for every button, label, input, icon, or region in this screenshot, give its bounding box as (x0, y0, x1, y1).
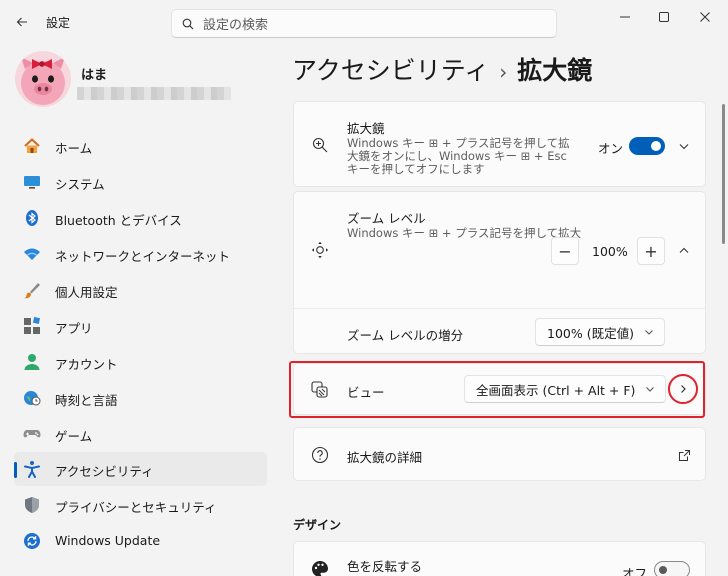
zoom-level-card: ズーム レベル Windows キー ⊞ + プラス記号を押して拡大 − 100… (293, 191, 706, 354)
sidebar-item-label: アクセシビリティ (55, 464, 154, 479)
sidebar-item-label: Bluetooth とデバイス (55, 213, 182, 228)
external-link-icon (673, 444, 695, 466)
breadcrumb: アクセシビリティ › 拡大鏡 (292, 51, 592, 87)
home-icon (23, 137, 41, 155)
sidebar-item-label: アプリ (55, 321, 93, 336)
brush-icon (23, 281, 41, 299)
view-title: ビュー (347, 385, 385, 400)
sidebar-item-label: 時刻と言語 (55, 393, 118, 408)
avatar[interactable] (15, 51, 71, 107)
sidebar-item-gaming[interactable]: ゲーム (14, 417, 267, 451)
magnifier-card[interactable]: 拡大鏡 Windows キー ⊞ + プラス記号を押して拡 大鏡をオンにし、Wi… (293, 101, 706, 187)
invert-colors-toggle[interactable] (654, 561, 690, 576)
sidebar-item-personalization[interactable]: 個人用設定 (14, 273, 267, 307)
view-mode-icon (310, 380, 330, 400)
back-button[interactable] (10, 10, 34, 34)
invert-colors-card: 色を反転する オフ (293, 541, 706, 576)
sidebar-item-label: ネットワークとインターネット (55, 249, 231, 264)
sidebar-item-windows-update[interactable]: Windows Update (14, 524, 267, 558)
chevron-right-icon (681, 385, 686, 393)
back-arrow-icon (16, 17, 27, 27)
sidebar-item-label: プライバシーとセキュリティ (55, 500, 217, 515)
user-email-redacted (77, 87, 231, 100)
zoom-increment-title: ズーム レベルの増分 (347, 328, 464, 343)
globe-clock-icon (23, 389, 41, 407)
magnifier-title: 拡大鏡 (347, 121, 385, 136)
sidebar-item-accessibility[interactable]: アクセシビリティ (14, 452, 267, 486)
zoom-increment-value: 100% (既定値) (547, 325, 634, 341)
search-icon (182, 18, 194, 29)
divider (294, 308, 705, 309)
sidebar-item-system[interactable]: システム (14, 165, 267, 199)
breadcrumb-parent[interactable]: アクセシビリティ (292, 56, 489, 85)
zoom-level-value: 100% (592, 244, 628, 259)
zoom-level-title: ズーム レベル (347, 211, 426, 226)
shield-icon (23, 496, 41, 514)
sidebar-item-label: システム (55, 177, 105, 192)
accessibility-icon (23, 460, 41, 478)
invert-colors-state-label: オフ (622, 566, 648, 576)
sidebar-item-bluetooth[interactable]: Bluetooth とデバイス (14, 201, 267, 235)
magnifier-state-label: オン (598, 141, 624, 156)
sidebar-item-label: アカウント (55, 357, 118, 372)
app-title: 設定 (46, 16, 71, 30)
pig-avatar-icon (15, 51, 71, 107)
zoom-decrease-button[interactable]: − (551, 237, 579, 265)
view-card[interactable]: ビュー 全画面表示 (Ctrl + Alt + F) (293, 363, 706, 415)
scrollbar[interactable] (722, 104, 725, 244)
sidebar-item-label: Windows Update (55, 533, 161, 548)
active-indicator (14, 462, 17, 478)
sidebar-item-network[interactable]: ネットワークとインターネット (14, 237, 267, 271)
search-input[interactable]: 設定の検索 (171, 9, 557, 38)
view-expand-button[interactable] (668, 374, 698, 404)
close-icon (700, 12, 710, 22)
view-mode-value: 全画面表示 (Ctrl + Alt + F) (476, 382, 636, 398)
magnifier-details-title: 拡大鏡の詳細 (347, 450, 423, 465)
account-icon (23, 353, 41, 371)
chevron-up-icon (679, 247, 689, 253)
magnifier-details-card[interactable]: 拡大鏡の詳細 (293, 427, 706, 481)
page-title: 拡大鏡 (517, 56, 593, 85)
minimize-icon (620, 16, 630, 18)
magnifier-description: Windows キー ⊞ + プラス記号を押して拡 大鏡をオンにし、Window… (347, 136, 570, 176)
user-name: はま (81, 68, 108, 83)
zoom-increase-button[interactable]: + (637, 237, 665, 265)
title-bar: 設定 設定の検索 (0, 0, 728, 44)
zoom-increment-dropdown[interactable]: 100% (既定値) (535, 318, 665, 346)
zoom-level-icon (310, 240, 330, 260)
design-section-title: デザイン (293, 518, 342, 532)
zoom-in-icon (310, 135, 330, 155)
zoom-collapse-button[interactable] (673, 240, 695, 262)
sidebar-item-privacy[interactable]: プライバシーとセキュリティ (14, 488, 267, 522)
magnifier-expand-button[interactable] (673, 135, 695, 157)
view-mode-dropdown[interactable]: 全画面表示 (Ctrl + Alt + F) (464, 375, 666, 403)
wifi-icon (23, 245, 41, 263)
sidebar-item-label: ゲーム (55, 429, 93, 444)
zoom-level-description: Windows キー ⊞ + プラス記号を押して拡大 (347, 226, 582, 240)
invert-colors-title: 色を反転する (347, 559, 423, 574)
bluetooth-icon (23, 209, 41, 227)
maximize-icon (659, 12, 669, 22)
sidebar-item-apps[interactable]: アプリ (14, 309, 267, 343)
chevron-down-icon (645, 330, 653, 335)
update-icon (23, 532, 41, 550)
sidebar-item-label: 個人用設定 (55, 285, 118, 300)
magnifier-toggle[interactable] (629, 137, 665, 155)
apps-icon (23, 317, 41, 335)
chevron-down-icon (646, 387, 654, 392)
chevron-down-icon (679, 144, 689, 150)
breadcrumb-separator: › (499, 60, 508, 84)
sidebar-item-accounts[interactable]: アカウント (14, 345, 267, 379)
system-icon (23, 173, 41, 191)
close-button[interactable] (682, 6, 728, 28)
maximize-button[interactable] (641, 6, 687, 28)
palette-icon (310, 559, 330, 576)
sidebar-item-time-language[interactable]: 時刻と言語 (14, 381, 267, 415)
help-icon (310, 445, 330, 465)
sidebar-item-home[interactable]: ホーム (14, 129, 267, 163)
sidebar-item-label: ホーム (55, 141, 93, 156)
gamepad-icon (23, 425, 41, 443)
search-placeholder: 設定の検索 (203, 18, 269, 33)
